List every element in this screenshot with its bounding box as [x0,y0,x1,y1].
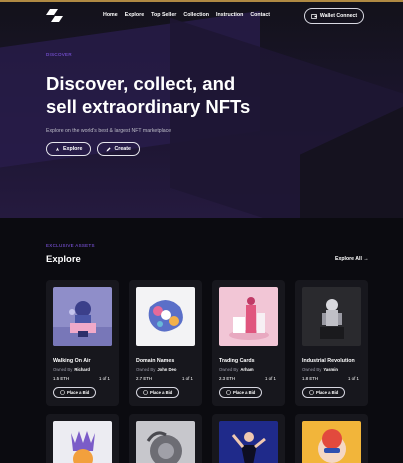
nft-stock: 1 of 1 [348,376,359,381]
nft-stock: 1 of 1 [265,376,276,381]
place-bid-label: Place a Bid [316,390,339,395]
nft-stock: 1 of 1 [182,376,193,381]
hero-buttons: Explore Create [46,142,366,156]
bid-icon [309,390,314,395]
nft-owner: Owned By John Deo [136,367,176,372]
hero-title: Discover, collect, and sell extraordinar… [46,73,251,117]
nft-image[interactable] [136,287,195,346]
place-bid-label: Place a Bid [150,390,173,395]
nft-owner: Owned By Richard [53,367,90,372]
nft-card[interactable] [129,414,202,463]
owned-by-label: Owned By [219,367,239,372]
main-nav: Home Explore Top Seller Collection Instr… [103,12,270,18]
nft-stock: 1 of 1 [99,376,110,381]
rocket-icon [56,147,59,151]
nft-name: Domain Names [136,358,175,364]
hero-eyebrow: DISCOVER [46,52,72,57]
hero-content: DISCOVER Discover, collect, and sell ext… [46,52,366,156]
owner-name: Arham [240,367,254,372]
place-bid-label: Place a Bid [233,390,256,395]
nft-card[interactable]: Walking On Air Owned By Richard 1.5 ETH 1… [46,280,119,406]
owned-by-label: Owned By [302,367,322,372]
owner-name: John Deo [157,367,177,372]
nav-contact[interactable]: Contact [250,12,270,18]
nav-collection[interactable]: Collection [183,12,209,18]
nft-price: 1.8 ETH [302,376,319,381]
nft-card[interactable]: Domain Names Owned By John Deo 2.7 ETH 1 … [129,280,202,406]
nft-owner: Owned By Yasmin [302,367,338,372]
nav-instruction[interactable]: Instruction [216,12,243,18]
section-label: EXCLUSIVE ASSETS [46,243,95,248]
nft-image[interactable] [136,421,195,463]
owned-by-label: Owned By [53,367,73,372]
bid-icon [226,390,231,395]
wallet-connect-label: Wallet Connect [319,13,358,19]
create-button[interactable]: Create [97,142,140,156]
nft-image[interactable] [302,421,361,463]
wallet-icon [310,13,317,19]
nft-card-grid: Walking On Air Owned By Richard 1.5 ETH 1… [46,280,368,406]
nft-price: 2.7 ETH [136,376,153,381]
nft-name: Walking On Air [53,358,91,364]
place-bid-button[interactable]: Place a Bid [53,387,97,398]
nft-name: Industrial Revolution [302,358,355,364]
nft-image[interactable] [219,287,278,346]
create-button-label: Create [114,146,131,152]
nft-image[interactable] [302,287,361,346]
explore-all-link[interactable]: Explore All → [335,256,369,262]
nav-top-seller[interactable]: Top Seller [151,12,176,18]
nft-card[interactable]: Trading Cards Owned By Arham 2.3 ETH 1 of… [212,280,285,406]
pencil-icon [106,146,112,151]
bid-icon [60,390,65,395]
nft-image[interactable] [219,421,278,463]
bid-icon [143,390,148,395]
nft-card[interactable] [295,414,368,463]
explore-button-label: Explore [63,146,83,152]
nft-card[interactable] [46,414,119,463]
nft-image[interactable] [53,287,112,346]
nft-card[interactable] [212,414,285,463]
site-header: Home Explore Top Seller Collection Instr… [0,6,403,28]
nft-price: 2.3 ETH [219,376,236,381]
owned-by-label: Owned By [136,367,156,372]
explore-button[interactable]: Explore [46,142,92,156]
nav-home[interactable]: Home [103,12,118,18]
owner-name: Yasmin [323,367,338,372]
nft-image[interactable] [53,421,112,463]
nft-card-grid-row-2 [46,414,368,463]
place-bid-button[interactable]: Place a Bid [302,387,346,398]
place-bid-button[interactable]: Place a Bid [136,387,180,398]
nft-price: 1.5 ETH [53,376,70,381]
place-bid-label: Place a Bid [67,390,90,395]
nav-explore[interactable]: Explore [125,12,144,18]
nft-name: Trading Cards [219,358,255,364]
place-bid-button[interactable]: Place a Bid [219,387,263,398]
nft-owner: Owned By Arham [219,367,254,372]
section-title: Explore [46,254,81,265]
hero-subtitle: Explore on the world's best & largest NF… [46,128,172,134]
owner-name: Richard [74,367,90,372]
nft-card[interactable]: Industrial Revolution Owned By Yasmin 1.8… [295,280,368,406]
wallet-connect-button[interactable]: Wallet Connect [304,8,364,24]
logo-icon[interactable] [46,9,63,22]
